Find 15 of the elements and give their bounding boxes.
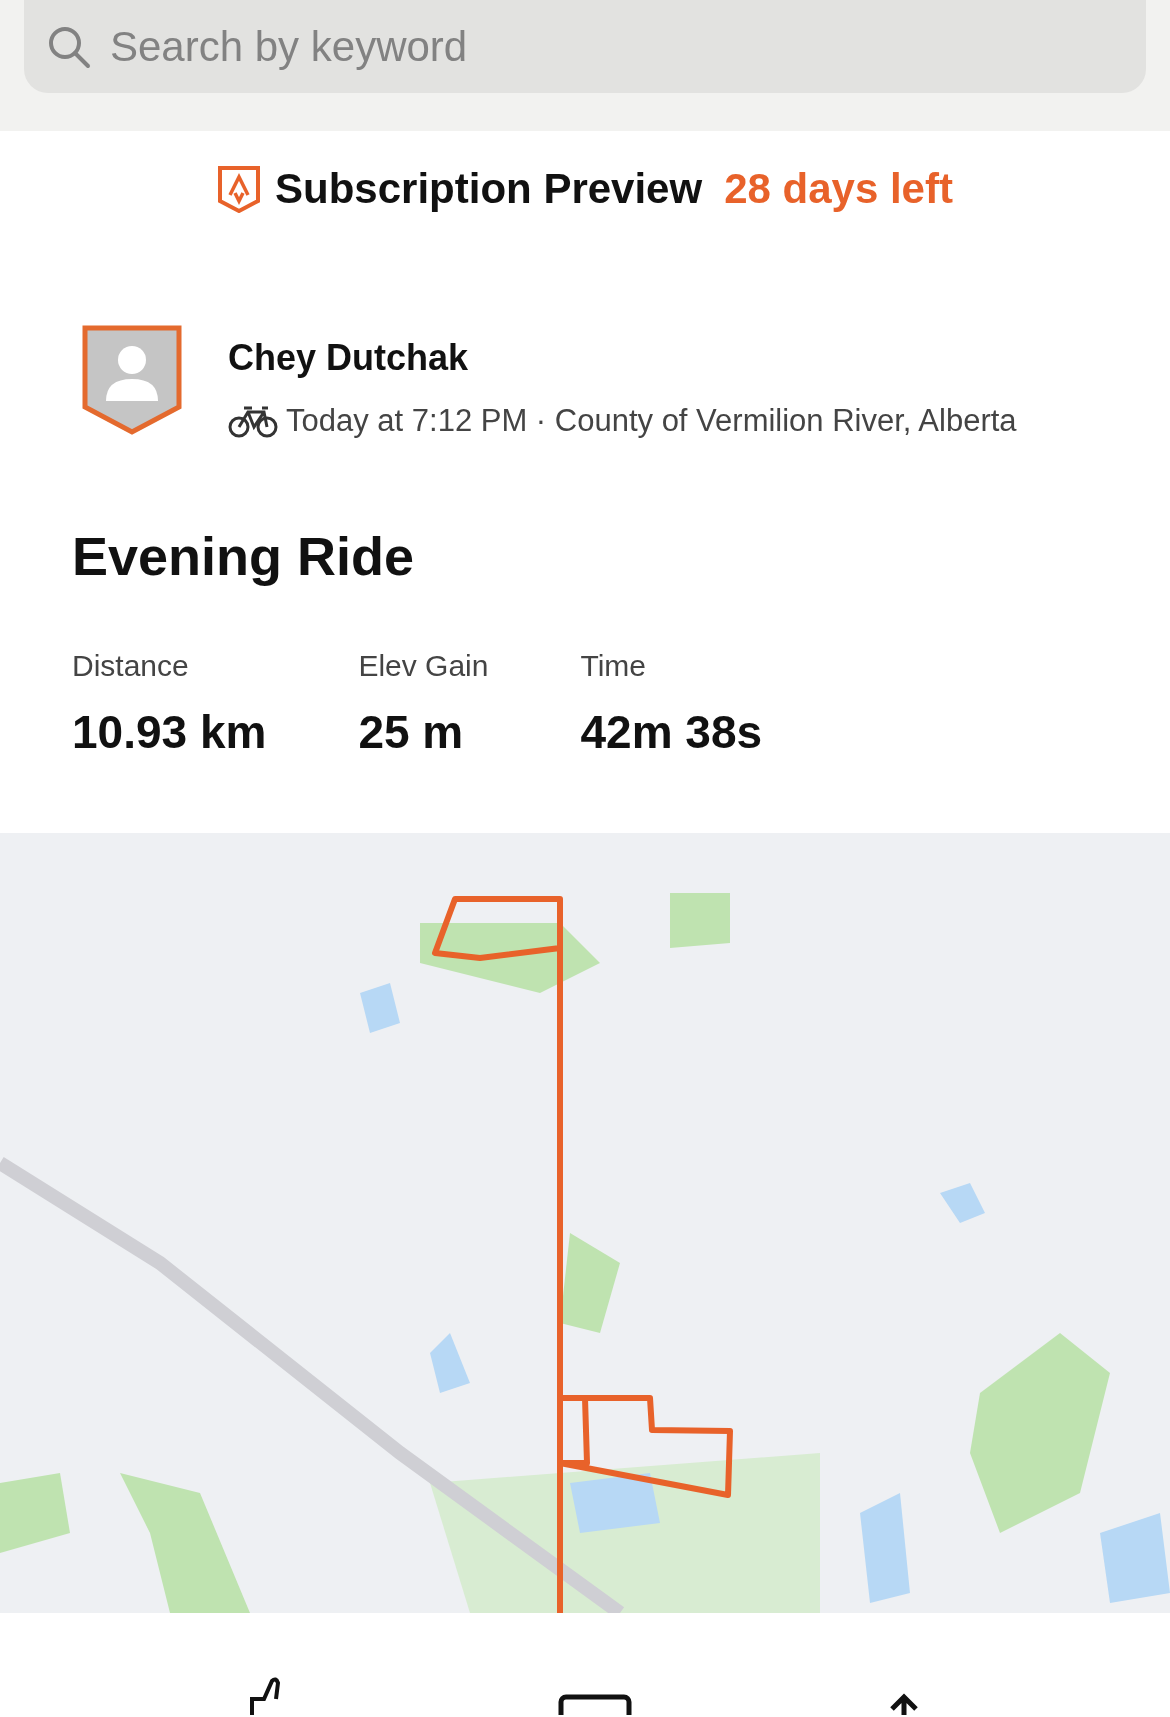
activity-meta: Today at 7:12 PM · County of Vermilion River, Alberta [286,403,1017,439]
shield-logo-icon [217,165,262,213]
bicycle-icon [228,404,278,438]
stat-label: Distance [72,649,190,683]
stat-label: Time [580,649,648,683]
stat-value: 25 m [358,705,465,759]
search-field[interactable]: Search by keyword [24,0,1146,93]
stat-value: 42m 38s [580,705,763,759]
stat-label: Elev Gain [358,649,489,683]
days-left: 28 days left [724,165,953,213]
subscription-title: Subscription Preview [275,165,703,213]
stat-value: 10.93 km [72,705,267,759]
athlete-name[interactable]: Chey Dutchak [228,337,1017,379]
activity-title: Evening Ride [71,525,416,587]
avatar-icon[interactable] [82,325,182,435]
